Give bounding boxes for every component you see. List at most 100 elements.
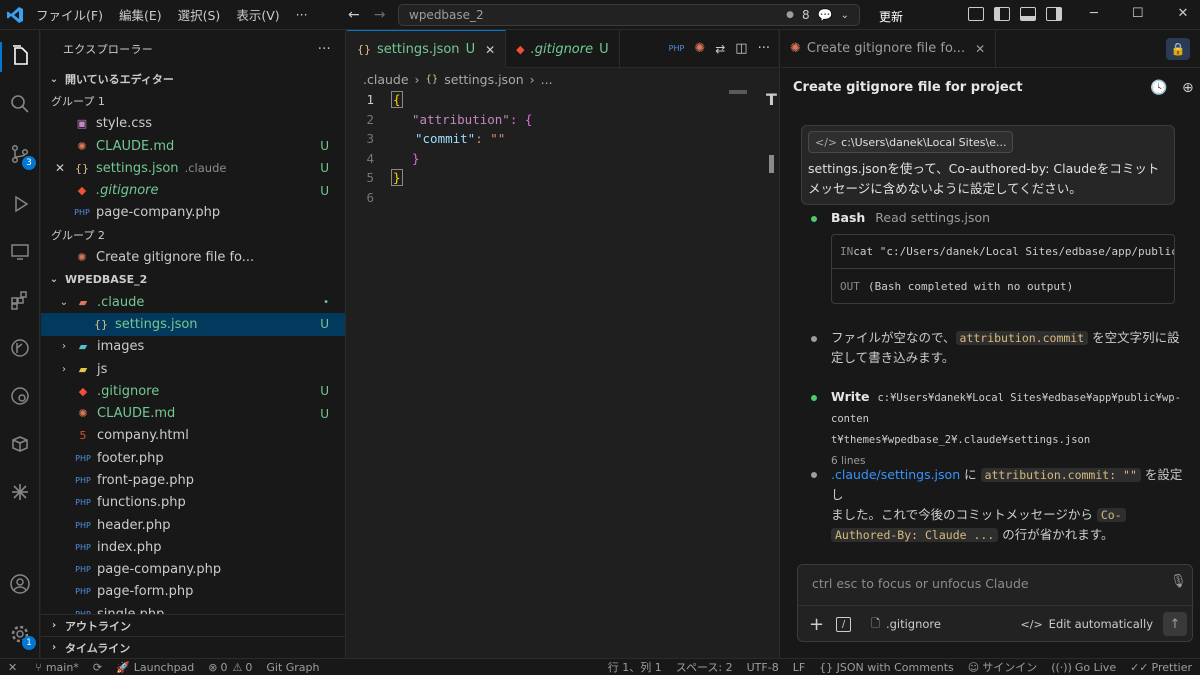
menu-file[interactable]: ファイル(F) (36, 5, 103, 24)
tree-folder[interactable]: ⌄ ▰ .claude • (41, 291, 345, 313)
microphone-icon[interactable]: 🎙 (1170, 574, 1187, 589)
compare-changes-icon[interactable]: ⇄ (715, 42, 725, 56)
back-arrow-icon[interactable]: ← (348, 7, 360, 23)
tree-file[interactable]: PHP page-company.php (41, 559, 345, 581)
cursor-position[interactable]: 行 1、列 1 (608, 659, 662, 675)
more-actions-icon[interactable]: ··· (318, 42, 331, 57)
more-actions-icon[interactable]: ··· (758, 41, 770, 56)
attached-file[interactable]: .gitignore (886, 617, 941, 631)
tree-file[interactable]: PHP page-form.php (41, 581, 345, 603)
settings-link[interactable]: .claude/settings.json (831, 467, 960, 482)
breadcrumb-file[interactable]: settings.json (444, 72, 523, 87)
account-icon[interactable] (8, 572, 32, 596)
close-window-icon[interactable]: ✕ (1177, 6, 1188, 21)
prettier[interactable]: Prettier (1152, 661, 1192, 674)
warning-count[interactable]: 0 (245, 661, 252, 674)
layout-customize-icon[interactable] (968, 7, 984, 21)
toggle-primary-sidebar-icon[interactable] (994, 7, 1010, 21)
chat-tab[interactable]: ✺ Create gitignore file fo... ✕ (780, 29, 997, 68)
claude-icon[interactable] (8, 480, 32, 504)
remote-explorer-icon[interactable] (8, 240, 32, 264)
tree-file[interactable]: ✺ CLAUDE.md U (41, 402, 345, 424)
extensions-icon[interactable] (8, 288, 32, 312)
timeline-section[interactable]: › タイムライン (41, 636, 345, 658)
open-editor-item[interactable]: ✺ Create gitignore file fo... (41, 246, 345, 268)
maximize-icon[interactable]: ☐ (1132, 6, 1144, 21)
update-button[interactable]: 更新 (879, 8, 903, 25)
git-graph-icon[interactable] (8, 336, 32, 360)
chat-input[interactable]: ctrl esc to focus or unfocus Claude (812, 576, 1162, 591)
sign-in[interactable]: サインイン (982, 659, 1037, 675)
command-center-search[interactable]: wpedbase_2 ● 8 💬 ⌄ (398, 4, 860, 26)
line-ending[interactable]: LF (793, 661, 805, 674)
encoding[interactable]: UTF-8 (747, 661, 779, 674)
path-chip[interactable]: </> c:\Users\danek\Local Sites\e... (808, 131, 1014, 153)
menu-more[interactable]: ··· (296, 7, 308, 22)
tree-file[interactable]: PHP header.php (41, 514, 345, 536)
open-editor-item[interactable]: PHP page-company.php (41, 202, 345, 224)
tree-file[interactable]: PHP front-page.php (41, 469, 345, 491)
slash-command-icon[interactable]: / (836, 616, 852, 632)
add-icon[interactable]: + (809, 614, 824, 635)
claude-icon[interactable]: ✺ (694, 41, 705, 56)
open-editor-item[interactable]: ◆ .gitignore U (41, 179, 345, 201)
outline-section[interactable]: › アウトライン (41, 614, 345, 636)
edit-mode-button[interactable]: Edit automatically (1049, 617, 1153, 631)
close-icon[interactable]: ✕ (55, 161, 69, 175)
source-control-icon[interactable]: 3 (8, 142, 36, 170)
minimap[interactable] (729, 90, 747, 94)
open-editor-item[interactable]: ▣ style.css (41, 113, 345, 135)
minimize-icon[interactable]: ─ (1090, 6, 1098, 21)
lock-icon[interactable]: 🔒 (1166, 37, 1190, 60)
launchpad[interactable]: Launchpad (134, 661, 195, 674)
tree-file[interactable]: PHP index.php (41, 536, 345, 558)
menu-edit[interactable]: 編集(E) (119, 5, 162, 24)
tab-gitignore[interactable]: ◆ .gitignore U (506, 30, 620, 68)
code-editor[interactable]: 1 { 2 "attribution" : { 3 "commit" : "" … (347, 90, 778, 207)
forward-arrow-icon[interactable]: → (374, 7, 386, 23)
close-icon[interactable]: ✕ (485, 43, 495, 57)
package-icon[interactable] (8, 432, 32, 456)
gitlens-icon[interactable] (8, 384, 32, 408)
language-mode[interactable]: {} JSON with Comments (819, 661, 954, 674)
toggle-secondary-sidebar-icon[interactable] (1046, 7, 1062, 21)
toggle-panel-icon[interactable] (1020, 7, 1036, 21)
tree-folder[interactable]: › ▰ js (41, 358, 345, 380)
chevron-down-icon[interactable]: ⌄ (841, 10, 849, 21)
tab-settings-json[interactable]: {} settings.json U ✕ (347, 30, 507, 68)
tree-file[interactable]: PHP functions.php (41, 492, 345, 514)
tree-folder[interactable]: › ▰ images (41, 336, 345, 358)
indentation[interactable]: スペース: 2 (676, 659, 733, 675)
history-icon[interactable]: 🕓 (1150, 80, 1167, 96)
run-debug-icon[interactable] (8, 192, 32, 216)
chat-icon[interactable]: 💬 (818, 8, 833, 22)
write-path-1[interactable]: c:¥Users¥danek¥Local Sites¥edbase¥app¥pu… (831, 392, 1181, 425)
branch-name[interactable]: main* (46, 661, 79, 674)
open-editors-section[interactable]: ⌄ 開いているエディター (41, 68, 345, 90)
git-graph-status[interactable]: Git Graph (266, 661, 319, 674)
sync-icon[interactable]: ⟳ (93, 661, 102, 674)
menu-view[interactable]: 表示(V) (236, 5, 279, 24)
error-count[interactable]: 0 (221, 661, 228, 674)
tree-file[interactable]: 5 company.html (41, 425, 345, 447)
close-icon[interactable]: ✕ (975, 42, 985, 56)
tree-file[interactable]: ◆ .gitignore U (41, 380, 345, 402)
settings-gear-icon[interactable]: 1 (8, 622, 36, 650)
breadcrumb-folder[interactable]: .claude (363, 72, 409, 87)
open-editor-item[interactable]: ✺ CLAUDE.md U (41, 135, 345, 157)
tree-file[interactable]: PHP footer.php (41, 447, 345, 469)
split-editor-icon[interactable]: ◫ (735, 41, 747, 56)
remote-icon[interactable]: ✕ (8, 661, 17, 674)
project-section[interactable]: ⌄ WPEDBASE_2 (41, 269, 345, 291)
send-button[interactable]: ↑ (1163, 612, 1187, 636)
open-editor-item-active[interactable]: ✕ {} settings.json .claude U (41, 157, 345, 179)
new-chat-icon[interactable]: ⊕ (1182, 80, 1194, 96)
search-icon[interactable] (8, 92, 32, 116)
go-live[interactable]: Go Live (1075, 661, 1116, 674)
tree-file-selected[interactable]: {} settings.json U (41, 313, 345, 336)
write-path-2[interactable]: t¥themes¥wpedbase_2¥.claude¥settings.jso… (831, 434, 1090, 446)
scrollbar-thumb[interactable] (769, 155, 774, 173)
breadcrumb-more[interactable]: ... (541, 72, 553, 87)
menu-selection[interactable]: 選択(S) (178, 5, 221, 24)
explorer-icon[interactable] (8, 44, 32, 68)
